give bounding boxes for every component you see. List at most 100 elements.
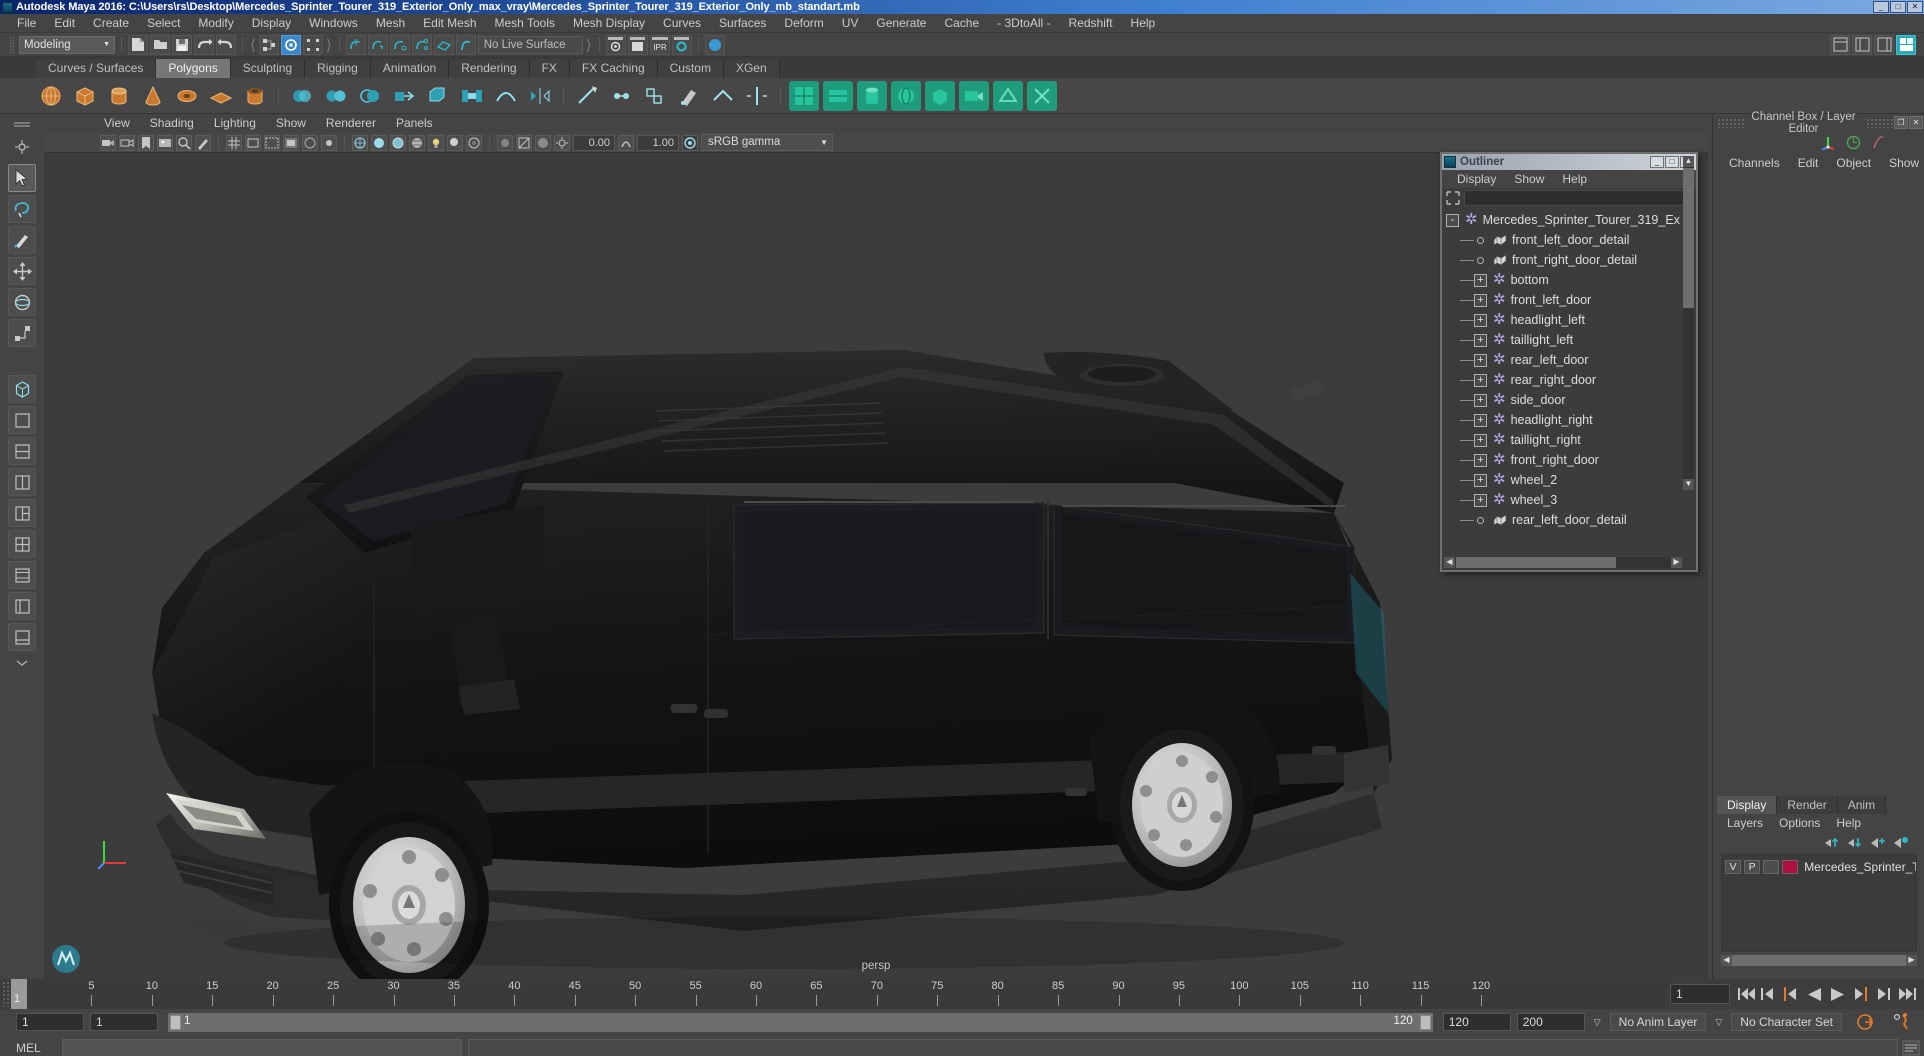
outliner-minimize-button[interactable]: _: [1650, 156, 1664, 168]
ssao-icon[interactable]: [535, 134, 551, 151]
scale-tool-button[interactable]: [8, 319, 36, 347]
select-tool-button[interactable]: [8, 164, 36, 192]
time-slider-ticks[interactable]: 1 5 10 15 20 25 30 35 40 45 50 55 60 65 70 75 80 85 90 95 1…: [11, 979, 1666, 1009]
sidebar-tool-settings-button[interactable]: [1852, 34, 1872, 55]
shelf-tab-custom[interactable]: Custom: [657, 59, 724, 78]
layer-row[interactable]: VP Mercedes_Sprinter_Tou: [1722, 858, 1916, 875]
range-start-handle[interactable]: [170, 1014, 181, 1030]
move-layer-up-icon[interactable]: [1824, 836, 1839, 848]
menu-item-file[interactable]: File: [8, 14, 45, 33]
viewport-menu-renderer[interactable]: Renderer: [316, 114, 386, 133]
maximize-button[interactable]: □: [1890, 1, 1906, 13]
ao-icon[interactable]: [466, 134, 482, 151]
open-scene-button[interactable]: [150, 34, 170, 55]
separate-icon[interactable]: [321, 81, 351, 111]
select-by-component-button[interactable]: [302, 34, 323, 55]
grease-pencil-icon[interactable]: [195, 134, 211, 151]
layer-visibility-toggle[interactable]: V: [1725, 859, 1742, 874]
panel-grip-right[interactable]: [1866, 117, 1894, 128]
view-cube-button[interactable]: [8, 375, 36, 403]
gate-mask-icon[interactable]: [283, 134, 299, 151]
bridge-icon[interactable]: [457, 81, 487, 111]
step-forward-key-button[interactable]: [1876, 987, 1893, 1002]
menu-item-select[interactable]: Select: [138, 14, 189, 33]
playback-controls[interactable]: [1730, 986, 1924, 1002]
go-to-start-button[interactable]: [1738, 987, 1755, 1002]
hypershade-button[interactable]: [704, 34, 725, 55]
redo-button[interactable]: [216, 34, 236, 55]
outliner-item[interactable]: + ✲ wheel_3: [1442, 490, 1696, 510]
two-d-pan-zoom-icon[interactable]: [176, 134, 192, 151]
render-current-frame-button[interactable]: [605, 34, 626, 55]
multi-cut-icon[interactable]: [572, 81, 602, 111]
scroll-left-arrow-icon[interactable]: ◀: [1444, 557, 1455, 568]
layer-display-type-toggle[interactable]: [1763, 859, 1780, 874]
poly-torus-icon[interactable]: [172, 81, 202, 111]
layer-list-scrollbar[interactable]: ◀ ▶: [1721, 955, 1917, 966]
rotate-tool-button[interactable]: [8, 288, 36, 316]
outliner-item[interactable]: + ✲ headlight_left: [1442, 310, 1696, 330]
layout-three-panes-button[interactable]: [8, 499, 36, 527]
time-slider-grip[interactable]: [2, 981, 9, 1007]
outliner-filter-icon[interactable]: [1446, 191, 1460, 205]
toolbox-settings-icon[interactable]: [8, 138, 36, 156]
shelf-tab-curves-surfaces[interactable]: Curves / Surfaces: [36, 59, 157, 78]
menu-item-redshift[interactable]: Redshift: [1060, 14, 1122, 33]
channel-box-menu-object[interactable]: Object: [1828, 156, 1879, 170]
outliner-expander[interactable]: +: [1474, 493, 1487, 507]
outliner-item[interactable]: + ✲ front_right_door: [1442, 450, 1696, 470]
shelf-tab-fx-caching[interactable]: FX Caching: [569, 59, 658, 78]
menu-item-edit-mesh[interactable]: Edit Mesh: [414, 14, 485, 33]
play-forwards-button[interactable]: [1830, 987, 1847, 1002]
target-weld-icon[interactable]: [606, 81, 636, 111]
toolbar-grip[interactable]: [9, 35, 14, 54]
sculpt-tool-icon[interactable]: [674, 81, 704, 111]
snap-to-view-plane-button[interactable]: [433, 34, 454, 55]
outliner-tree[interactable]: - ✲ Mercedes_Sprinter_Tourer_319_Ex front_l…: [1442, 208, 1696, 546]
outliner-expander[interactable]: +: [1474, 313, 1487, 327]
outliner-expander[interactable]: +: [1474, 373, 1487, 387]
layer-list[interactable]: VP Mercedes_Sprinter_Tou: [1721, 854, 1917, 952]
range-start-field[interactable]: 1: [90, 1013, 158, 1031]
uv-camera-icon[interactable]: [959, 80, 989, 111]
outliner-item[interactable]: + ✲ front_left_door: [1442, 290, 1696, 310]
motion-blur-icon[interactable]: [497, 134, 513, 151]
outliner-expander[interactable]: +: [1474, 353, 1487, 367]
multisample-icon[interactable]: [516, 134, 532, 151]
outliner-expander[interactable]: -: [1446, 213, 1459, 227]
add-new-layer-icon[interactable]: [1870, 836, 1885, 848]
uv-automatic-icon[interactable]: [925, 80, 955, 111]
outliner-window[interactable]: Outliner _ □ ✕ DisplayShowHelp -✲Mercede…: [1440, 152, 1698, 572]
outliner-menu-display[interactable]: Display: [1448, 172, 1505, 186]
shelf-tab-animation[interactable]: Animation: [370, 59, 450, 78]
paint-select-tool-button[interactable]: [8, 226, 36, 254]
xray-icon[interactable]: [302, 134, 318, 151]
render-settings-button[interactable]: [671, 34, 692, 55]
shaded-wireframe-icon[interactable]: [390, 134, 406, 151]
script-editor-button[interactable]: [1902, 1040, 1920, 1056]
menu-item-display[interactable]: Display: [243, 14, 300, 33]
scroll-right-arrow-icon[interactable]: ▶: [1671, 557, 1682, 568]
toolbox-grip[interactable]: [8, 118, 36, 132]
range-end-handle[interactable]: [1419, 1014, 1431, 1030]
snap-to-grid-button[interactable]: [345, 34, 366, 55]
step-back-frame-button[interactable]: [1784, 986, 1801, 1002]
move-axis-icon[interactable]: [1820, 134, 1836, 150]
menu-item-help[interactable]: Help: [1122, 14, 1165, 33]
textured-icon[interactable]: [409, 134, 425, 151]
outliner-expander[interactable]: +: [1474, 413, 1487, 427]
outliner-item[interactable]: rear_left_door_detail: [1442, 510, 1696, 530]
menu-item-uv[interactable]: UV: [833, 14, 868, 33]
viewport-menu-shading[interactable]: Shading: [140, 114, 204, 133]
command-line-input[interactable]: [62, 1039, 462, 1056]
uv-unfold-icon[interactable]: [993, 80, 1023, 111]
poly-cone-icon[interactable]: [138, 81, 168, 111]
layout-outliner-persp-button[interactable]: [8, 592, 36, 620]
wireframe-shading-icon[interactable]: [352, 134, 368, 151]
viewport-menu-panels[interactable]: Panels: [386, 114, 443, 133]
layer-color-swatch[interactable]: [1782, 859, 1799, 874]
toolbox-more-button[interactable]: [8, 654, 36, 672]
layout-two-panes-button[interactable]: [8, 437, 36, 465]
outliner-expander[interactable]: +: [1474, 273, 1487, 287]
outliner-menu-show[interactable]: Show: [1505, 172, 1553, 186]
